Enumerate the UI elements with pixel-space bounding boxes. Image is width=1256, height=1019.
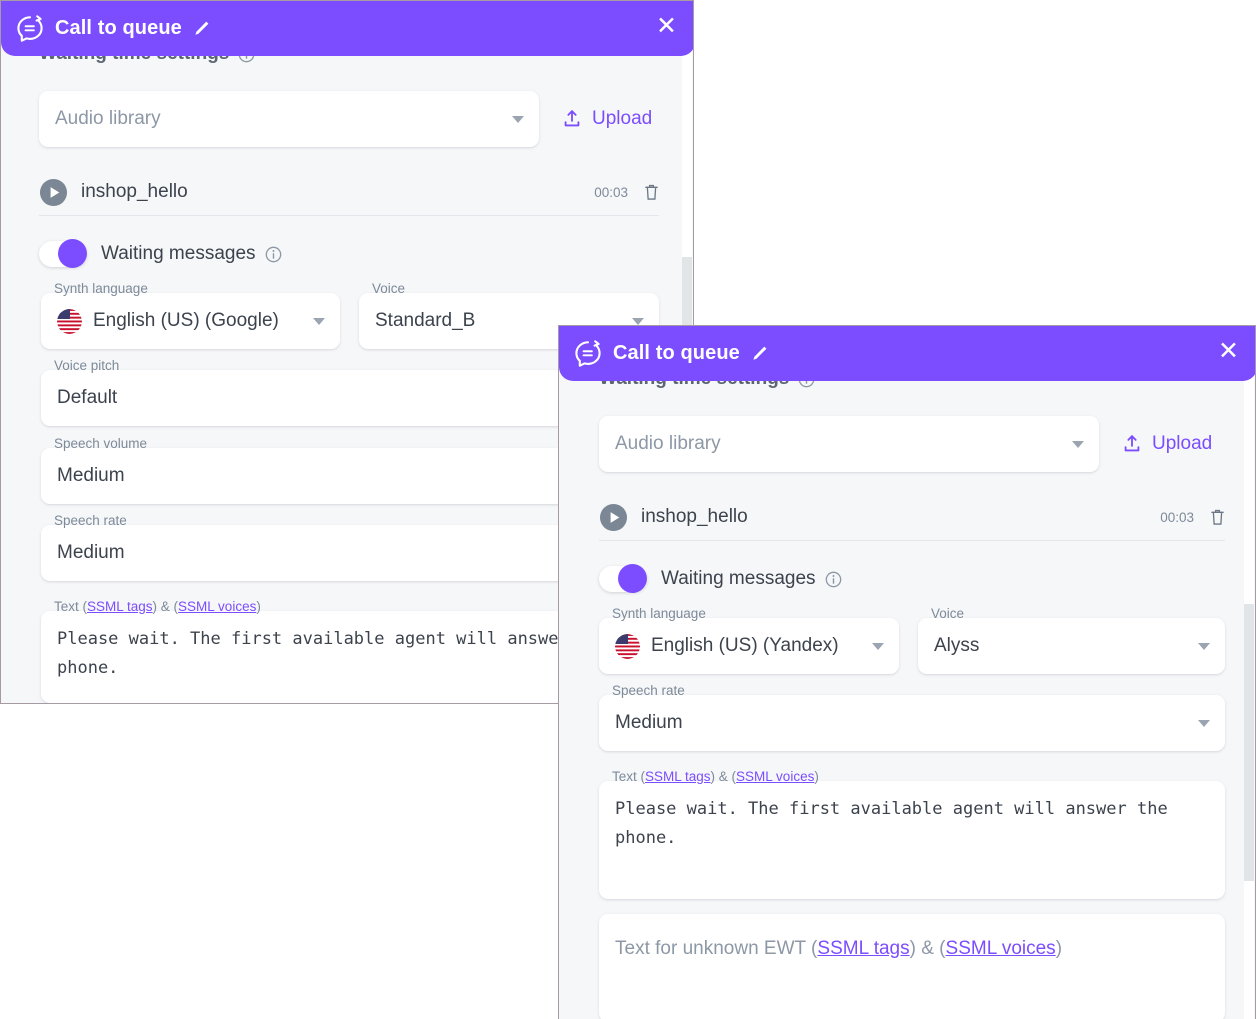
text-ssml-textarea-front[interactable]: Text (SSML tags) & (SSML voices) Please … <box>599 770 1225 899</box>
upload-label: Upload <box>1152 433 1213 454</box>
chevron-down-icon <box>313 318 325 325</box>
ssml-tags-link[interactable]: SSML tags <box>87 599 153 614</box>
upload-button-back[interactable]: Upload <box>561 108 652 130</box>
waiting-messages-label: Waiting messages <box>101 243 256 264</box>
audio-item-front: inshop_hello 00:03 <box>599 494 1225 541</box>
play-icon[interactable] <box>39 178 68 207</box>
label-mid: ) & ( <box>710 769 737 784</box>
ewt-text-textarea-front[interactable]: Text for unknown EWT (SSML tags) & (SSML… <box>599 914 1225 1019</box>
field-label: Speech volume <box>54 436 148 451</box>
titlebar-front: Call to queue ✕ <box>559 326 1255 381</box>
ssml-voices-link[interactable]: SSML voices <box>736 769 814 784</box>
pencil-icon[interactable] <box>193 20 210 37</box>
voice-select-front[interactable]: Voice Alyss <box>918 607 1225 674</box>
modal-body-front: Waiting time settings Audio library <box>559 326 1255 1019</box>
field-value: English (US) (Google) <box>93 310 279 331</box>
waiting-messages-toggle-front[interactable] <box>599 564 647 593</box>
field-value: Medium <box>57 542 125 563</box>
chat-bubble-icon <box>573 339 603 369</box>
trash-icon[interactable] <box>1210 508 1225 526</box>
field-label: Speech rate <box>612 683 685 698</box>
label-mid: ) & ( <box>152 599 179 614</box>
us-flag-icon <box>615 633 640 659</box>
play-icon[interactable] <box>599 503 628 532</box>
ssml-voices-link[interactable]: SSML voices <box>946 938 1056 959</box>
synth-language-select-back[interactable]: Synth language English (US) (Google) <box>41 282 340 349</box>
trash-icon[interactable] <box>644 183 659 201</box>
close-icon[interactable]: ✕ <box>1216 339 1241 368</box>
waiting-messages-label: Waiting messages <box>661 568 816 589</box>
audio-source-row-back: Audio library Upload <box>39 91 659 147</box>
field-value: Medium <box>615 712 683 733</box>
placeholder-suffix: ) <box>1055 938 1063 959</box>
field-value: Medium <box>57 465 125 486</box>
ssml-tags-link[interactable]: SSML tags <box>645 769 711 784</box>
audio-library-select-back[interactable]: Audio library <box>39 91 539 147</box>
audio-library-select-front[interactable]: Audio library <box>599 416 1099 472</box>
text-field-label: Text (SSML tags) & (SSML voices) <box>54 600 261 614</box>
field-label: Synth language <box>612 606 706 621</box>
titlebar-back: Call to queue ✕ <box>1 1 693 56</box>
close-icon[interactable]: ✕ <box>654 14 679 43</box>
call-to-queue-window-front: Waiting time settings Audio library <box>558 325 1256 1019</box>
upload-icon <box>1121 433 1143 455</box>
chevron-down-icon <box>1198 643 1210 650</box>
field-value: Standard_B <box>375 310 476 331</box>
ssml-tags-link[interactable]: SSML tags <box>817 938 909 959</box>
audio-file-name: inshop_hello <box>81 181 188 202</box>
audio-source-row-front: Audio library Upload <box>599 416 1225 472</box>
text-ssml-value: Please wait. The first available agent w… <box>615 799 1178 848</box>
window-title: Call to queue <box>55 17 182 39</box>
waiting-messages-toggle-back[interactable] <box>39 239 87 268</box>
waiting-messages-row-back: Waiting messages <box>39 239 282 268</box>
audio-file-name: inshop_hello <box>641 506 748 527</box>
text-ssml-value: Please wait. The first available agent w… <box>57 629 610 678</box>
audio-duration: 00:03 <box>594 184 628 200</box>
audio-item-back: inshop_hello 00:03 <box>39 169 659 216</box>
scrollbar-thumb-front[interactable] <box>1244 604 1254 881</box>
chevron-down-icon <box>1072 441 1084 448</box>
upload-icon <box>561 108 583 130</box>
upload-label: Upload <box>592 108 653 129</box>
toggle-knob <box>618 564 647 593</box>
chevron-down-icon <box>1198 720 1210 727</box>
label-prefix: Text ( <box>54 599 88 614</box>
field-value: Alyss <box>934 635 980 656</box>
chevron-down-icon <box>512 116 524 123</box>
audio-library-value: Audio library <box>55 108 161 129</box>
field-label: Voice <box>372 281 406 296</box>
field-value: Default <box>57 387 118 408</box>
pencil-icon[interactable] <box>751 345 768 362</box>
audio-library-value: Audio library <box>615 433 721 454</box>
ssml-voices-link[interactable]: SSML voices <box>178 599 256 614</box>
text-field-label: Text (SSML tags) & (SSML voices) <box>612 770 819 784</box>
ewt-placeholder: Text for unknown EWT (SSML tags) & (SSML… <box>615 936 1209 962</box>
label-suffix: ) <box>814 769 819 784</box>
us-flag-icon <box>57 308 82 334</box>
field-label: Voice <box>931 606 965 621</box>
toggle-knob <box>58 239 87 268</box>
waiting-messages-row-front: Waiting messages <box>599 564 842 593</box>
field-value: English (US) (Yandex) <box>651 635 839 656</box>
chat-bubble-icon <box>15 14 45 44</box>
screen: Waiting time settings Audio library <box>0 0 1256 1019</box>
field-label: Synth language <box>54 281 148 296</box>
audio-duration: 00:03 <box>1160 509 1194 525</box>
speech-rate-select-front[interactable]: Speech rate Medium <box>599 684 1225 751</box>
placeholder-prefix: Text for unknown EWT ( <box>615 938 818 959</box>
placeholder-mid: ) & ( <box>909 938 946 959</box>
label-suffix: ) <box>256 599 261 614</box>
window-title: Call to queue <box>613 342 740 364</box>
info-icon[interactable] <box>265 246 282 263</box>
field-label: Speech rate <box>54 513 127 528</box>
field-label: Voice pitch <box>54 358 120 373</box>
info-icon[interactable] <box>825 571 842 588</box>
upload-button-front[interactable]: Upload <box>1121 433 1212 455</box>
synth-language-select-front[interactable]: Synth language English (US) (Yandex) <box>599 607 899 674</box>
chevron-down-icon <box>632 318 644 325</box>
chevron-down-icon <box>872 643 884 650</box>
label-prefix: Text ( <box>612 769 646 784</box>
